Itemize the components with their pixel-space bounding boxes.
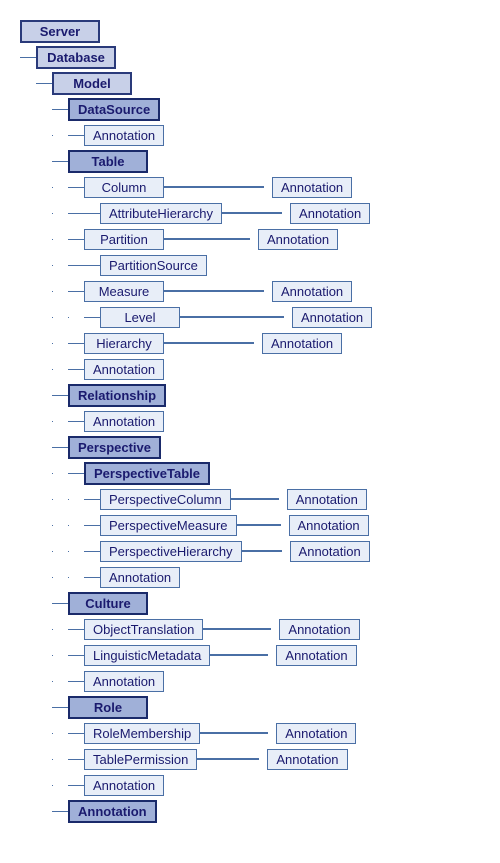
culture-node[interactable]: Culture <box>68 592 148 615</box>
hierarchy-node[interactable]: Hierarchy <box>84 333 164 354</box>
tablepermission-row: TablePermission Annotation <box>4 746 496 772</box>
annotation-datasource-node[interactable]: Annotation <box>84 125 164 146</box>
server-row: Server <box>4 18 496 44</box>
objecttranslation-row: ObjectTranslation Annotation <box>4 616 496 642</box>
datasource-row: DataSource <box>4 96 496 122</box>
database-node[interactable]: Database <box>36 46 116 69</box>
relationship-node[interactable]: Relationship <box>68 384 166 407</box>
database-row: Database <box>4 44 496 70</box>
relationship-row: Relationship <box>4 382 496 408</box>
annotation-role-row: Annotation <box>4 772 496 798</box>
annotation-role-node[interactable]: Annotation <box>84 775 164 796</box>
role-node[interactable]: Role <box>68 696 148 719</box>
annotation-perspectivetable-node[interactable]: Annotation <box>100 567 180 588</box>
annotation-linguisticmetadata-node[interactable]: Annotation <box>276 645 356 666</box>
partitionsource-node[interactable]: PartitionSource <box>100 255 207 276</box>
column-row: Column Annotation <box>4 174 496 200</box>
annotation-table-node[interactable]: Annotation <box>84 359 164 380</box>
annotation-partition-node[interactable]: Annotation <box>258 229 338 250</box>
annotation-level-node[interactable]: Annotation <box>292 307 372 328</box>
perspective-row: Perspective <box>4 434 496 460</box>
diagram-container: Server Database Model <box>0 10 500 832</box>
annotation-perspectivehierarchy-node[interactable]: Annotation <box>290 541 370 562</box>
perspectivecolumn-node[interactable]: PerspectiveColumn <box>100 489 231 510</box>
annotation-perspectivetable-row: Annotation <box>4 564 496 590</box>
partitionsource-row: PartitionSource <box>4 252 496 278</box>
perspectivemeasure-row: PerspectiveMeasure Annotation <box>4 512 496 538</box>
partition-row: Partition Annotation <box>4 226 496 252</box>
annotation-culture-node[interactable]: Annotation <box>84 671 164 692</box>
annotation-model-node[interactable]: Annotation <box>68 800 157 823</box>
linguisticmetadata-node[interactable]: LinguisticMetadata <box>84 645 210 666</box>
annotation-rolemembership-node[interactable]: Annotation <box>276 723 356 744</box>
annotation-objecttranslation-node[interactable]: Annotation <box>279 619 359 640</box>
culture-row: Culture <box>4 590 496 616</box>
annotation-table-row: Annotation <box>4 356 496 382</box>
annotation-measure-node[interactable]: Annotation <box>272 281 352 302</box>
model-row: Model <box>4 70 496 96</box>
table-row: Table <box>4 148 496 174</box>
perspectivetable-node[interactable]: PerspectiveTable <box>84 462 210 485</box>
perspectivemeasure-node[interactable]: PerspectiveMeasure <box>100 515 237 536</box>
annotation-perspectivemeasure-node[interactable]: Annotation <box>289 515 369 536</box>
table-node[interactable]: Table <box>68 150 148 173</box>
perspectivetable-row: PerspectiveTable <box>4 460 496 486</box>
role-row: Role <box>4 694 496 720</box>
datasource-node[interactable]: DataSource <box>68 98 160 121</box>
measure-row: Measure Annotation <box>4 278 496 304</box>
annotation-model-row: Annotation <box>4 798 496 824</box>
annotation-perspectivecolumn-node[interactable]: Annotation <box>287 489 367 510</box>
annotation-relationship-row: Annotation <box>4 408 496 434</box>
annotation-hierarchy-node[interactable]: Annotation <box>262 333 342 354</box>
column-node[interactable]: Column <box>84 177 164 198</box>
measure-node[interactable]: Measure <box>84 281 164 302</box>
model-node[interactable]: Model <box>52 72 132 95</box>
perspectivehierarchy-node[interactable]: PerspectiveHierarchy <box>100 541 242 562</box>
annotation-datasource-row: Annotation <box>4 122 496 148</box>
partition-node[interactable]: Partition <box>84 229 164 250</box>
linguisticmetadata-row: LinguisticMetadata Annotation <box>4 642 496 668</box>
server-node[interactable]: Server <box>20 20 100 43</box>
annotation-column-node[interactable]: Annotation <box>272 177 352 198</box>
perspectivehierarchy-row: PerspectiveHierarchy Annotation <box>4 538 496 564</box>
annotation-attributehierarchy-node[interactable]: Annotation <box>290 203 370 224</box>
attributehierarchy-node[interactable]: AttributeHierarchy <box>100 203 222 224</box>
perspective-node[interactable]: Perspective <box>68 436 161 459</box>
objecttranslation-node[interactable]: ObjectTranslation <box>84 619 203 640</box>
perspectivecolumn-row: PerspectiveColumn Annotation <box>4 486 496 512</box>
rolemembership-row: RoleMembership Annotation <box>4 720 496 746</box>
attributehierarchy-row: AttributeHierarchy Annotation <box>4 200 496 226</box>
annotation-tablepermission-node[interactable]: Annotation <box>267 749 347 770</box>
annotation-relationship-node[interactable]: Annotation <box>84 411 164 432</box>
hierarchy-row: Hierarchy Annotation <box>4 330 496 356</box>
rolemembership-node[interactable]: RoleMembership <box>84 723 200 744</box>
level-node[interactable]: Level <box>100 307 180 328</box>
annotation-culture-row: Annotation <box>4 668 496 694</box>
tablepermission-node[interactable]: TablePermission <box>84 749 197 770</box>
level-row: Level Annotation <box>4 304 496 330</box>
